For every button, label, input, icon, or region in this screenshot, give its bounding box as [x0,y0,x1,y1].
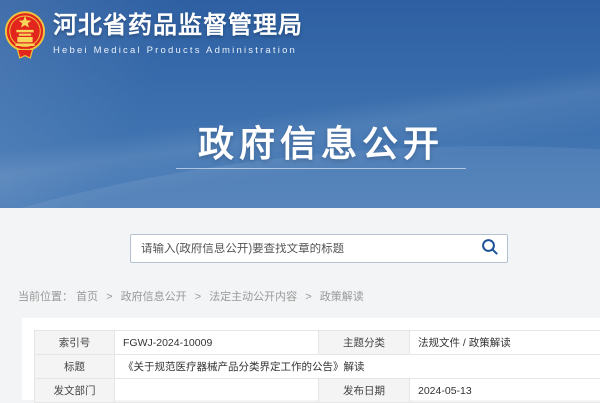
subject-category-value: 法规文件 / 政策解读 [410,331,600,355]
document-detail-card: 索引号 FGWJ-2024-10009 主题分类 法规文件 / 政策解读 标题 … [22,318,600,400]
table-row-department: 发文部门 发布日期 2024-05-13 [35,379,600,403]
breadcrumb-separator: > [195,291,201,303]
breadcrumb-item-home[interactable]: 首页 [76,291,98,303]
search-icon [481,238,499,259]
breadcrumb-separator: > [106,291,112,303]
publish-date-label: 发布日期 [319,379,410,403]
issuing-department-label: 发文部门 [35,379,115,403]
national-emblem-icon [4,10,46,69]
search-input[interactable] [131,243,473,255]
document-meta-table: 索引号 FGWJ-2024-10009 主题分类 法规文件 / 政策解读 标题 … [34,330,600,403]
search-button[interactable] [473,235,507,262]
publish-date-value: 2024-05-13 [410,379,600,403]
breadcrumb-item-gov-info[interactable]: 政府信息公开 [121,291,187,303]
site-subtitle: Hebei Medical Products Administration [53,45,303,56]
site-title: 河北省药品监督管理局 [53,10,303,42]
breadcrumb-prefix: 当前位置： [18,291,73,303]
subject-category-label: 主题分类 [319,331,410,355]
breadcrumb-separator: > [305,291,311,303]
table-row-title: 标题 《关于规范医疗器械产品分类界定工作的公告》解读 [35,355,600,379]
table-row-index: 索引号 FGWJ-2024-10009 主题分类 法规文件 / 政策解读 [35,331,600,355]
banner-underline [176,168,466,169]
breadcrumb: 当前位置： 首页 > 政府信息公开 > 法定主动公开内容 > 政策解读 [18,290,364,304]
index-number-label: 索引号 [35,331,115,355]
page-banner: 河北省药品监督管理局 Hebei Medical Products Admini… [0,0,600,208]
site-logo[interactable]: 河北省药品监督管理局 Hebei Medical Products Admini… [4,10,303,69]
banner-heading: 政府信息公开 [21,115,600,167]
index-number-value: FGWJ-2024-10009 [115,331,319,355]
breadcrumb-item-statutory-disclosure[interactable]: 法定主动公开内容 [209,291,297,303]
breadcrumb-item-policy-interpretation[interactable]: 政策解读 [320,291,364,303]
title-label: 标题 [35,355,115,379]
title-value: 《关于规范医疗器械产品分类界定工作的公告》解读 [115,355,600,379]
search-box [130,234,508,263]
issuing-department-value [115,379,319,403]
